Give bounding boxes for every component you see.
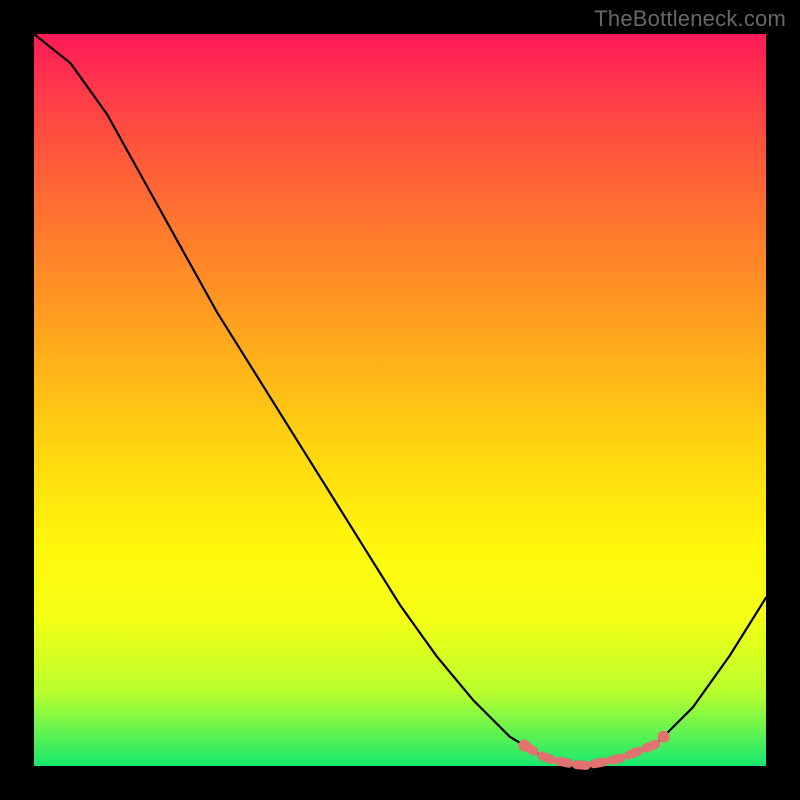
- valley-dash: [594, 762, 604, 764]
- valley-dash: [611, 758, 621, 760]
- valley-dash: [559, 761, 569, 763]
- watermark-text: TheBottleneck.com: [594, 6, 786, 32]
- valley-dash: [524, 746, 534, 752]
- bottleneck-curve: [34, 34, 766, 766]
- valley-end-marker: [658, 731, 670, 743]
- valley-dash: [542, 756, 552, 760]
- optimal-markers: [518, 731, 669, 766]
- valley-dash: [577, 765, 587, 766]
- valley-dash: [646, 744, 656, 748]
- chart-frame: TheBottleneck.com: [0, 0, 800, 800]
- valley-dash: [629, 751, 639, 755]
- chart-svg: [0, 0, 800, 800]
